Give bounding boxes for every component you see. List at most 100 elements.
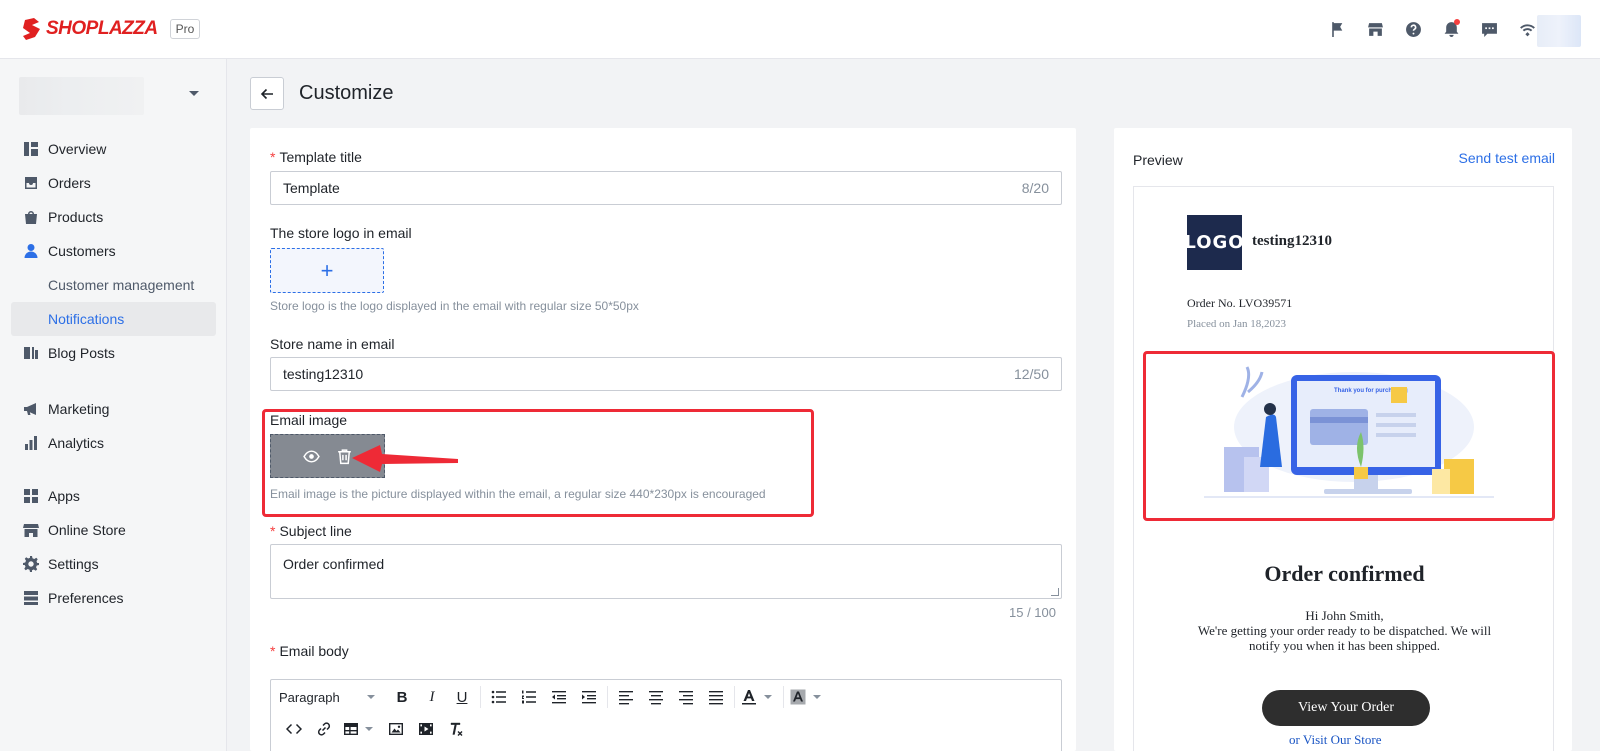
sidebar-item-preferences[interactable]: Preferences <box>11 581 216 615</box>
sidebar-item-label: Preferences <box>48 590 124 606</box>
outdent-button[interactable] <box>544 684 574 710</box>
sidebar-item-label: Products <box>48 209 104 225</box>
template-title-value: Template <box>283 180 340 196</box>
store-switcher[interactable] <box>19 77 209 117</box>
wifi-icon[interactable] <box>1516 18 1538 40</box>
clear-format-button[interactable] <box>441 716 471 742</box>
toolbar-divider <box>607 686 608 708</box>
align-center-button[interactable] <box>641 684 671 710</box>
customers-icon <box>24 244 38 258</box>
chevron-down-icon <box>367 695 375 699</box>
subject-textarea[interactable]: Order confirmed <box>270 544 1062 599</box>
sidebar-item-orders[interactable]: Orders <box>11 166 216 200</box>
font-color-icon <box>742 690 756 705</box>
store-logo-upload[interactable]: + <box>270 248 384 293</box>
sidebar-item-products[interactable]: Products <box>11 200 216 234</box>
sidebar-item-overview[interactable]: Overview <box>11 132 216 166</box>
email-body-label: * Email body <box>270 643 349 659</box>
chat-icon[interactable] <box>1478 18 1500 40</box>
sidebar-nav-group-1: Overview Orders Products Customers Custo… <box>11 132 216 370</box>
bullet-list-icon <box>491 690 506 704</box>
required-asterisk: * <box>270 523 276 539</box>
align-center-icon <box>649 691 663 705</box>
sidebar-item-label: Apps <box>48 488 80 504</box>
align-justify-button[interactable] <box>701 684 731 710</box>
bold-button[interactable]: B <box>387 684 417 710</box>
trash-icon[interactable] <box>336 448 353 465</box>
indent-button[interactable] <box>574 684 604 710</box>
font-color-button[interactable] <box>738 684 760 710</box>
view-your-order-button[interactable]: View Your Order <box>1262 690 1430 726</box>
apps-icon <box>24 489 38 503</box>
blog-icon <box>24 347 38 359</box>
numbered-list-button[interactable] <box>514 684 544 710</box>
chevron-down-icon[interactable] <box>365 727 373 731</box>
sidebar-item-customer-management[interactable]: Customer management <box>11 268 216 302</box>
template-title-label: * Template title <box>270 149 362 165</box>
analytics-icon <box>25 436 37 450</box>
visit-our-store-link[interactable]: or Visit Our Store <box>1289 732 1382 748</box>
table-icon <box>344 723 358 735</box>
background-color-button[interactable] <box>787 684 809 710</box>
settings-icon <box>23 556 39 572</box>
subject-value: Order confirmed <box>283 556 385 572</box>
brand-name: SHOPLAZZA <box>46 18 158 39</box>
bullet-list-button[interactable] <box>484 684 514 710</box>
toolbar-divider <box>480 686 481 708</box>
numbered-list-icon <box>522 690 536 704</box>
toolbar-divider <box>734 686 735 708</box>
sidebar-item-blog-posts[interactable]: Blog Posts <box>11 336 216 370</box>
email-store-logo: LOGO <box>1184 215 1244 270</box>
brand-logo[interactable]: SHOPLAZZA Pro <box>21 17 201 41</box>
store-icon[interactable] <box>1364 18 1386 40</box>
preview-title: Preview <box>1133 152 1183 168</box>
video-button[interactable] <box>411 716 441 742</box>
chevron-down-icon <box>189 91 199 96</box>
sidebar-item-marketing[interactable]: Marketing <box>11 392 216 426</box>
resize-handle[interactable] <box>1051 588 1059 596</box>
table-button[interactable] <box>339 716 363 742</box>
page-title: Customize <box>299 82 394 104</box>
subject-counter: 15 / 100 <box>1009 605 1056 620</box>
email-image-label: Email image <box>270 412 348 428</box>
template-title-input[interactable]: Template 8/20 <box>270 171 1062 205</box>
paragraph-select[interactable]: Paragraph <box>279 690 381 705</box>
indent-icon <box>582 691 596 704</box>
store-name-label: Store name in email <box>270 336 395 352</box>
outdent-icon <box>552 691 566 704</box>
flag-icon[interactable] <box>1326 18 1348 40</box>
align-left-button[interactable] <box>611 684 641 710</box>
align-right-icon <box>679 691 693 705</box>
chevron-down-icon[interactable] <box>764 695 772 699</box>
link-button[interactable] <box>309 716 339 742</box>
sidebar-item-apps[interactable]: Apps <box>11 479 216 513</box>
preview-image-highlight <box>1143 351 1555 521</box>
italic-button[interactable]: I <box>417 684 447 710</box>
user-avatar[interactable] <box>1537 15 1581 47</box>
send-test-email-link[interactable]: Send test email <box>1459 150 1556 166</box>
sidebar-item-settings[interactable]: Settings <box>11 547 216 581</box>
bell-icon[interactable] <box>1440 18 1462 40</box>
underline-button[interactable]: U <box>447 684 477 710</box>
align-right-button[interactable] <box>671 684 701 710</box>
store-logo-label: The store logo in email <box>270 225 412 241</box>
sidebar-item-online-store[interactable]: Online Store <box>11 513 216 547</box>
overview-icon <box>24 142 38 156</box>
online-store-icon <box>23 524 39 537</box>
sidebar-item-customers[interactable]: Customers <box>11 234 216 268</box>
store-name-input[interactable]: testing12310 12/50 <box>270 357 1062 391</box>
chevron-down-icon[interactable] <box>813 695 821 699</box>
form-card: * Template title Template 8/20 The store … <box>250 128 1076 751</box>
required-asterisk: * <box>270 643 276 659</box>
email-greeting: Hi John Smith, <box>1305 608 1384 623</box>
image-button[interactable] <box>381 716 411 742</box>
page-header: Customize <box>250 77 393 110</box>
code-button[interactable] <box>279 716 309 742</box>
help-icon[interactable] <box>1402 18 1424 40</box>
back-button[interactable] <box>250 77 284 110</box>
sidebar-item-notifications[interactable]: Notifications <box>11 302 216 336</box>
store-name-blurred <box>19 77 144 115</box>
sidebar-item-analytics[interactable]: Analytics <box>11 426 216 460</box>
underline-icon: U <box>456 688 468 706</box>
eye-icon[interactable] <box>302 448 320 465</box>
